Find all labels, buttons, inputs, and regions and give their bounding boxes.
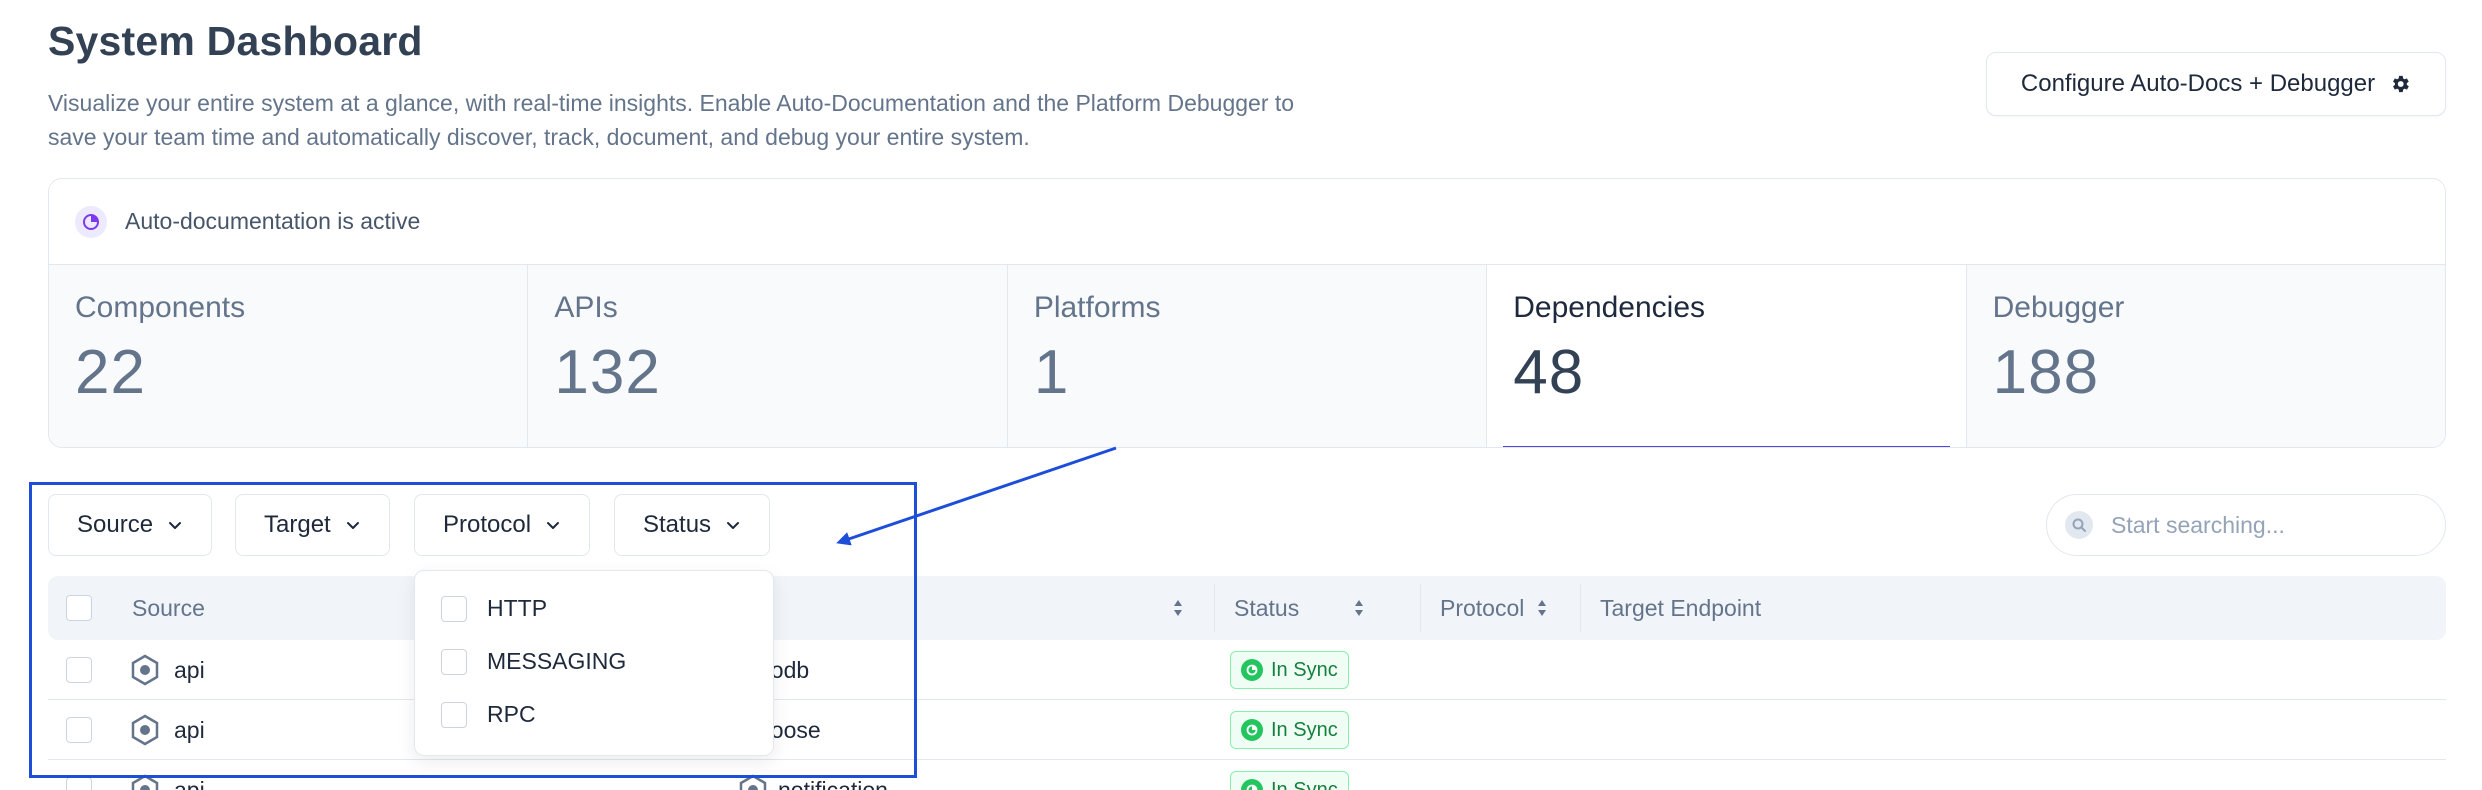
status-label: In Sync [1271, 658, 1338, 681]
active-tab-indicator [1503, 446, 1950, 447]
status-label: In Sync [1271, 778, 1338, 790]
stat-platforms[interactable]: Platforms 1 [1008, 265, 1488, 447]
stat-value: 1 [1033, 338, 1070, 407]
column-label: Protocol [1440, 594, 1525, 621]
source-name: api [174, 776, 205, 790]
stat-value: 132 [554, 338, 661, 407]
status-badge: In Sync [1230, 651, 1349, 689]
target-name: notification [778, 776, 888, 790]
stat-label: APIs [554, 291, 618, 324]
status-badge: In Sync [1230, 711, 1349, 749]
stat-label: Dependencies [1513, 291, 1706, 324]
stat-label: Platforms [1033, 291, 1161, 324]
status-label: In Sync [1271, 718, 1338, 741]
stat-dependencies[interactable]: Dependencies 48 [1487, 265, 1967, 447]
column-divider [1214, 584, 1215, 632]
auto-doc-banner: Auto-documentation is active [49, 179, 2445, 265]
stats-row: Components 22 APIs 132 Platforms 1 Depen… [49, 265, 2445, 447]
sync-icon [1241, 779, 1263, 790]
configure-button-label: Configure Auto-Docs + Debugger [2020, 70, 2376, 97]
configure-auto-docs-button[interactable]: Configure Auto-Docs + Debugger [1986, 52, 2446, 116]
search-input[interactable] [2111, 511, 2411, 539]
search-icon [2065, 511, 2093, 539]
page-title: System Dashboard [48, 18, 423, 64]
pie-chart-icon [75, 205, 107, 238]
stat-debugger[interactable]: Debugger 188 [1967, 265, 2445, 447]
stat-apis[interactable]: APIs 132 [528, 265, 1008, 447]
search-box[interactable] [2046, 494, 2446, 556]
column-label: Target Endpoint [1600, 594, 1762, 621]
stat-components[interactable]: Components 22 [49, 265, 529, 447]
row-checkbox[interactable] [66, 777, 92, 790]
gear-icon [2393, 75, 2409, 93]
status-badge: In Sync [1230, 771, 1349, 790]
column-label: Status [1234, 594, 1300, 621]
sort-icon [1538, 600, 1547, 616]
sort-icon [1355, 600, 1364, 616]
stat-value: 188 [1992, 338, 2100, 407]
column-header-protocol[interactable]: Protocol [1440, 576, 1548, 640]
column-divider [1580, 584, 1581, 632]
column-header-target-endpoint[interactable]: Target Endpoint [1600, 576, 1761, 640]
column-divider [1420, 584, 1421, 632]
column-header-status[interactable]: Status [1234, 576, 1365, 640]
stat-value: 48 [1513, 338, 1585, 407]
sync-icon [1241, 659, 1263, 681]
auto-doc-status: Auto-documentation is active [125, 208, 421, 234]
stats-card: Auto-documentation is active Components … [48, 178, 2446, 448]
stat-label: Components [75, 291, 246, 324]
sort-icon[interactable] [1172, 598, 1184, 618]
sync-icon [1241, 719, 1263, 741]
annotation-highlight-box [29, 482, 917, 778]
stat-value: 22 [75, 338, 146, 407]
page-description: Visualize your entire system at a glance… [48, 90, 1295, 150]
stat-label: Debugger [1992, 291, 2125, 324]
